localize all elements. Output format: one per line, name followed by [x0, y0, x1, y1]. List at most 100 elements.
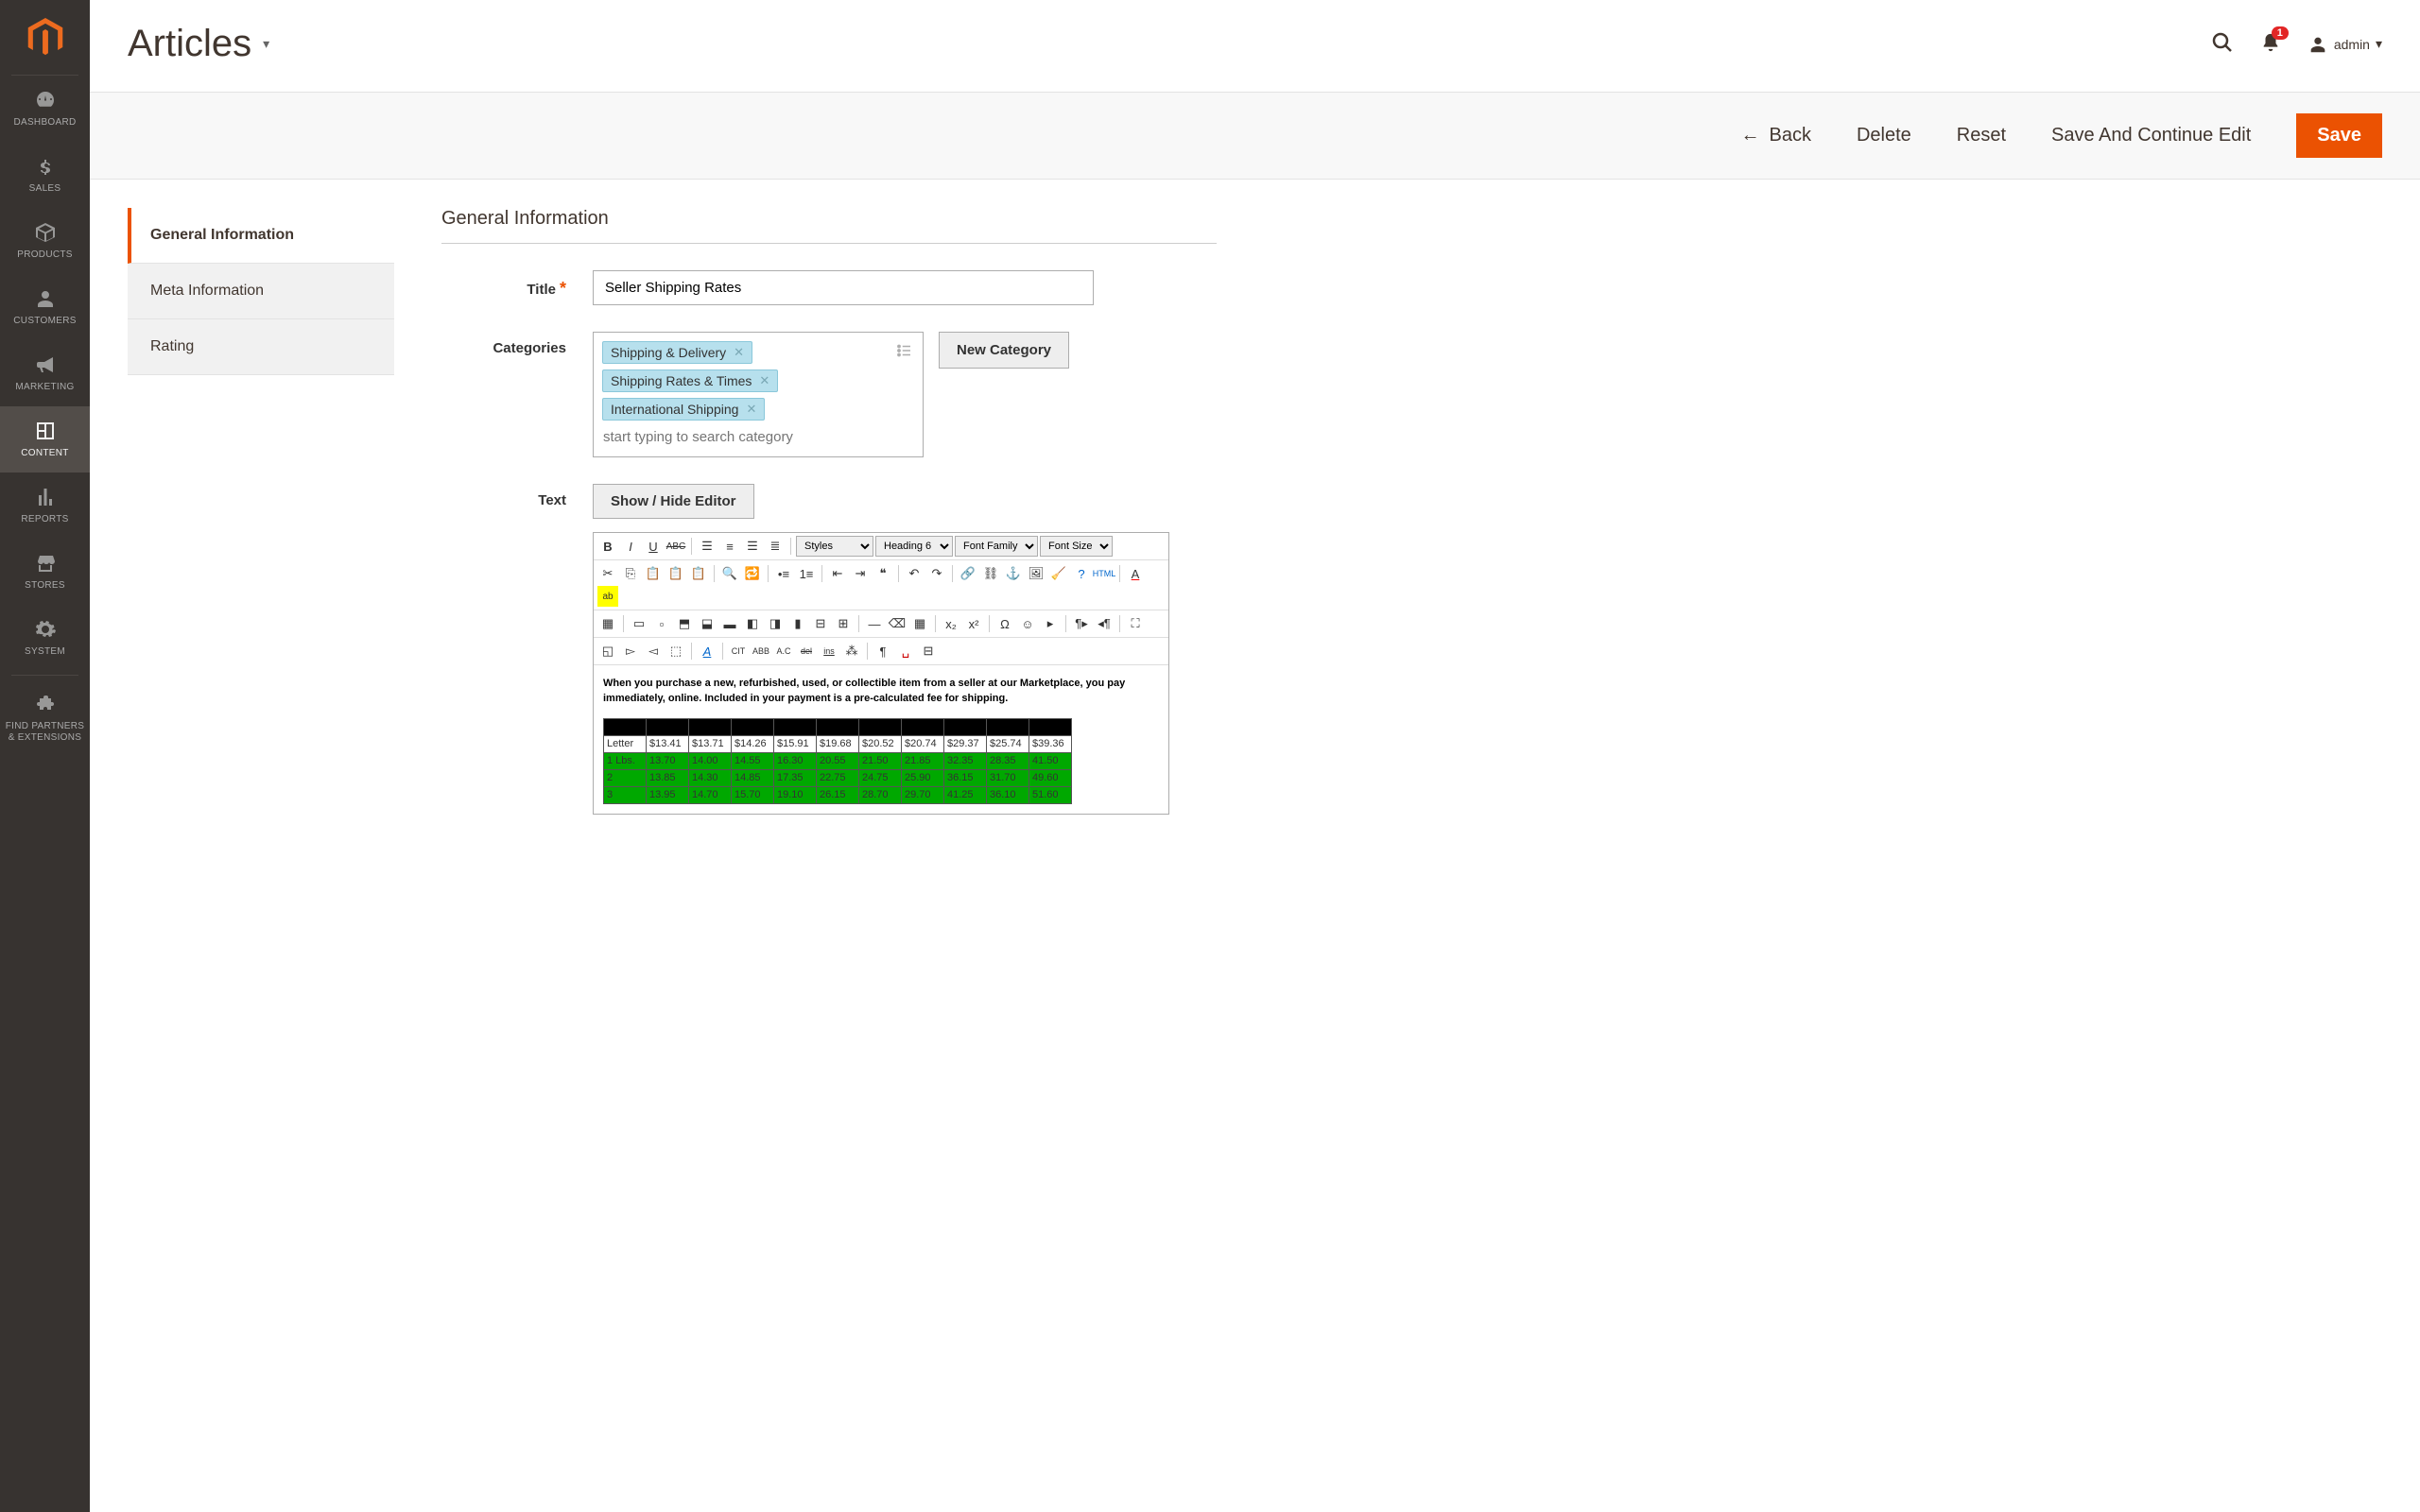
underline-icon[interactable]: U [643, 536, 664, 557]
cite-icon[interactable]: CIT [728, 641, 749, 662]
redo-icon[interactable]: ↷ [926, 563, 947, 584]
search-button[interactable] [2211, 31, 2234, 57]
tab-general-information[interactable]: General Information [128, 208, 394, 264]
unlink-icon[interactable]: ⛓ [980, 563, 1001, 584]
anchor-icon[interactable]: ⚓ [1003, 563, 1024, 584]
cut-icon[interactable]: ✂ [597, 563, 618, 584]
html-icon[interactable]: HTML [1094, 563, 1115, 584]
ltr-icon[interactable]: ¶▸ [1071, 613, 1092, 634]
link-icon[interactable]: 🔗 [958, 563, 978, 584]
nav-content[interactable]: CONTENT [0, 406, 90, 472]
user-menu[interactable]: admin ▾ [2308, 34, 2382, 55]
media-icon[interactable]: ▸ [1040, 613, 1061, 634]
paste-text-icon[interactable]: 📋 [666, 563, 686, 584]
align-justify-icon[interactable]: ≣ [765, 536, 786, 557]
paste-word-icon[interactable]: 📋 [688, 563, 709, 584]
absolute-icon[interactable]: ⬚ [666, 641, 686, 662]
magento-logo[interactable] [11, 0, 78, 76]
category-tag[interactable]: Shipping & Delivery✕ [602, 341, 752, 364]
ins-icon[interactable]: ins [819, 641, 839, 662]
style-props-icon[interactable]: A [697, 641, 717, 662]
special-char-icon[interactable]: Ω [994, 613, 1015, 634]
tab-rating[interactable]: Rating [128, 319, 394, 375]
nbsp-icon[interactable]: ␣ [895, 641, 916, 662]
visual-aid-icon[interactable]: ▦ [909, 613, 930, 634]
nav-stores[interactable]: STORES [0, 539, 90, 605]
fullscreen-icon[interactable]: ⛶ [1125, 613, 1146, 634]
replace-icon[interactable]: 🔁 [742, 563, 763, 584]
cleanup-icon[interactable]: 🧹 [1048, 563, 1069, 584]
back-button[interactable]: ← Back [1740, 125, 1810, 146]
visual-chars-icon[interactable]: ¶ [873, 641, 893, 662]
del-icon[interactable]: del [796, 641, 817, 662]
row-props-icon[interactable]: ▭ [629, 613, 649, 634]
bullet-list-icon[interactable]: •≡ [773, 563, 794, 584]
remove-tag-icon[interactable]: ✕ [734, 345, 744, 360]
outdent-icon[interactable]: ⇤ [827, 563, 848, 584]
text-color-icon[interactable]: A [1125, 563, 1146, 584]
bold-icon[interactable]: B [597, 536, 618, 557]
remove-tag-icon[interactable]: ✕ [746, 402, 756, 417]
editor-body[interactable]: When you purchase a new, refurbished, us… [594, 665, 1168, 814]
blockquote-icon[interactable]: ❝ [873, 563, 893, 584]
split-cells-icon[interactable]: ⊟ [810, 613, 831, 634]
font-family-select[interactable]: Font Family [955, 536, 1038, 557]
new-category-button[interactable]: New Category [939, 332, 1069, 369]
reset-button[interactable]: Reset [1957, 125, 2006, 146]
subscript-icon[interactable]: x₂ [941, 613, 961, 634]
nav-customers[interactable]: CUSTOMERS [0, 274, 90, 340]
nav-partners[interactable]: FIND PARTNERS & EXTENSIONS [0, 679, 90, 757]
undo-icon[interactable]: ↶ [904, 563, 925, 584]
table-icon[interactable]: ▦ [597, 613, 618, 634]
image-icon[interactable]: 🖼 [1026, 563, 1046, 584]
help-icon[interactable]: ? [1071, 563, 1092, 584]
font-size-select[interactable]: Font Size [1040, 536, 1113, 557]
nav-marketing[interactable]: MARKETING [0, 340, 90, 406]
nav-dashboard[interactable]: DASHBOARD [0, 76, 90, 142]
strikethrough-icon[interactable]: ABC [666, 536, 686, 557]
save-button[interactable]: Save [2296, 113, 2382, 158]
remove-tag-icon[interactable]: ✕ [759, 373, 769, 388]
align-left-icon[interactable]: ☰ [697, 536, 717, 557]
format-select[interactable]: Heading 6 [875, 536, 953, 557]
align-right-icon[interactable]: ☰ [742, 536, 763, 557]
insert-row-before-icon[interactable]: ⬒ [674, 613, 695, 634]
abbr-icon[interactable]: ABB [751, 641, 771, 662]
delete-col-icon[interactable]: ▮ [787, 613, 808, 634]
align-center-icon[interactable]: ≡ [719, 536, 740, 557]
merge-cells-icon[interactable]: ⊞ [833, 613, 854, 634]
acronym-icon[interactable]: A.C [773, 641, 794, 662]
rtl-icon[interactable]: ◂¶ [1094, 613, 1115, 634]
delete-row-icon[interactable]: ▬ [719, 613, 740, 634]
categories-multiselect[interactable]: Shipping & Delivery✕ Shipping Rates & Ti… [593, 332, 924, 457]
bg-color-icon[interactable]: ab [597, 586, 618, 607]
italic-icon[interactable]: I [620, 536, 641, 557]
nav-system[interactable]: SYSTEM [0, 605, 90, 671]
hr-icon[interactable]: — [864, 613, 885, 634]
category-tag[interactable]: Shipping Rates & Times✕ [602, 369, 778, 392]
move-backward-icon[interactable]: ◅ [643, 641, 664, 662]
superscript-icon[interactable]: x² [963, 613, 984, 634]
delete-button[interactable]: Delete [1857, 125, 1911, 146]
number-list-icon[interactable]: 1≡ [796, 563, 817, 584]
tab-meta-information[interactable]: Meta Information [128, 264, 394, 319]
paste-icon[interactable]: 📋 [643, 563, 664, 584]
nav-products[interactable]: PRODUCTS [0, 208, 90, 274]
move-forward-icon[interactable]: ▻ [620, 641, 641, 662]
copy-icon[interactable]: ⎘ [620, 563, 641, 584]
insert-col-after-icon[interactable]: ◨ [765, 613, 786, 634]
title-input[interactable] [593, 270, 1094, 305]
insert-col-before-icon[interactable]: ◧ [742, 613, 763, 634]
notifications-button[interactable]: 1 [2260, 32, 2281, 56]
toggle-editor-button[interactable]: Show / Hide Editor [593, 484, 754, 519]
styles-select[interactable]: Styles [796, 536, 873, 557]
pagebreak-icon[interactable]: ⊟ [918, 641, 939, 662]
layer-icon[interactable]: ◱ [597, 641, 618, 662]
find-icon[interactable]: 🔍 [719, 563, 740, 584]
page-title[interactable]: Articles ▾ [128, 23, 269, 65]
save-continue-button[interactable]: Save And Continue Edit [2051, 125, 2251, 146]
category-search-input[interactable] [599, 423, 917, 451]
attr-icon[interactable]: ⁂ [841, 641, 862, 662]
tree-toggle-icon[interactable] [896, 342, 913, 362]
category-tag[interactable]: International Shipping✕ [602, 398, 765, 421]
